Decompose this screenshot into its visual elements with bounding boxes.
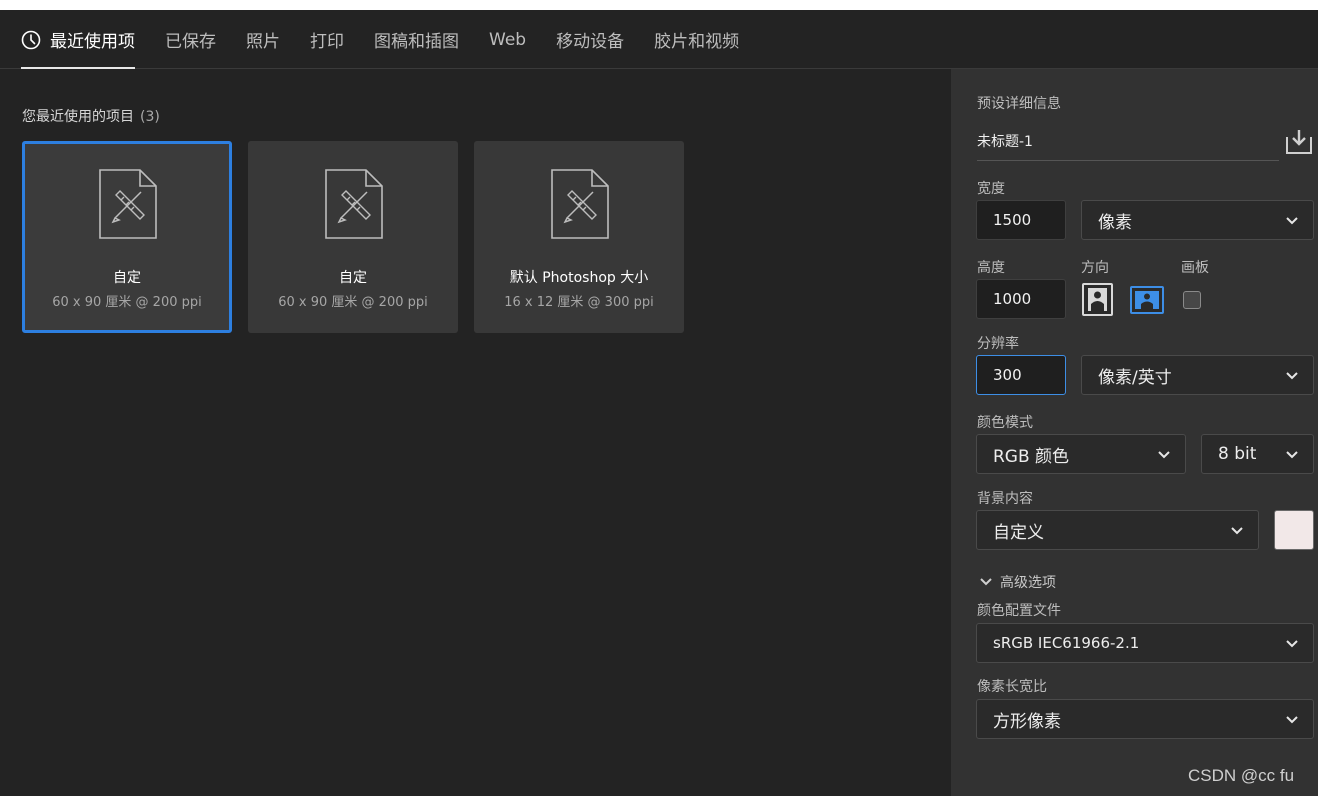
recent-section-title: 您最近使用的项目 (3) [22, 106, 160, 126]
chevron-down-icon [1231, 527, 1243, 535]
card-name: 自定 [113, 270, 141, 286]
height-label: 高度 [977, 260, 1005, 276]
tab-mobile[interactable]: 移动设备 [556, 10, 624, 69]
document-name-underline [977, 160, 1279, 161]
document-preset-icon [325, 169, 383, 239]
card-meta: 60 x 90 厘米 @ 200 ppi [52, 295, 202, 310]
watermark-text: CSDN @cc fu [1188, 766, 1295, 785]
tab-web[interactable]: Web [489, 10, 526, 69]
portrait-icon [1088, 288, 1107, 311]
width-label: 宽度 [977, 181, 1005, 197]
advanced-options-toggle[interactable]: 高级选项 [979, 572, 1056, 592]
tab-art-illustration[interactable]: 图稿和插图 [374, 10, 459, 69]
document-name-field[interactable]: 未标题-1 [977, 131, 1033, 151]
card-name: 默认 Photoshop 大小 [509, 270, 649, 286]
tab-bar: 最近使用项 已保存 照片 打印 图稿和插图 Web 移动设备 胶片和视频 [0, 10, 1318, 69]
tab-label: 胶片和视频 [654, 32, 740, 52]
chevron-down-icon [1158, 451, 1170, 459]
tab-label: 照片 [246, 32, 280, 52]
pixel-aspect-select[interactable]: 方形像素 [976, 699, 1314, 739]
new-document-dialog: 最近使用项 已保存 照片 打印 图稿和插图 Web 移动设备 胶片和视频 您最近… [0, 10, 1318, 796]
document-preset-icon [551, 169, 609, 239]
color-profile-value: sRGB IEC61966-2.1 [993, 634, 1140, 652]
clock-icon [21, 30, 41, 49]
background-value: 自定义 [993, 522, 1044, 543]
recent-items-area: 您最近使用的项目 (3) 自定 60 x 90 厘米 @ 200 ppi 自定 … [0, 69, 951, 796]
resolution-input[interactable]: 300 [976, 355, 1066, 395]
tab-recent[interactable]: 最近使用项 [21, 10, 135, 69]
card-meta: 60 x 90 厘米 @ 200 ppi [278, 295, 428, 310]
recent-item-card[interactable]: 自定 60 x 90 厘米 @ 200 ppi [22, 141, 232, 333]
tab-label: 打印 [310, 32, 344, 52]
tab-saved[interactable]: 已保存 [165, 10, 216, 69]
recent-count: (3) [140, 109, 160, 125]
tab-label: 最近使用项 [50, 32, 135, 52]
landscape-icon [1135, 291, 1159, 309]
chevron-down-icon [1286, 716, 1298, 724]
tab-label: Web [489, 29, 527, 50]
color-mode-select[interactable]: RGB 颜色 [976, 434, 1186, 474]
background-select[interactable]: 自定义 [976, 510, 1259, 550]
preset-details-header: 预设详细信息 [977, 96, 1061, 112]
tab-label: 移动设备 [556, 32, 625, 52]
resolution-label: 分辨率 [977, 336, 1019, 352]
portrait-orientation-button[interactable] [1082, 283, 1113, 316]
recent-item-card[interactable]: 自定 60 x 90 厘米 @ 200 ppi [248, 141, 458, 333]
color-mode-label: 颜色模式 [977, 415, 1033, 431]
bit-depth-value: 8 bit [1218, 444, 1257, 464]
tab-print[interactable]: 打印 [310, 10, 344, 69]
background-color-swatch[interactable] [1274, 510, 1314, 550]
color-mode-value: RGB 颜色 [993, 446, 1070, 467]
width-input[interactable]: 1500 [976, 200, 1066, 240]
tab-label: 已保存 [165, 32, 216, 52]
pixel-aspect-value: 方形像素 [993, 711, 1061, 732]
chevron-down-icon [1286, 451, 1298, 459]
artboard-label: 画板 [1181, 260, 1209, 276]
chevron-down-icon [1286, 372, 1298, 380]
background-label: 背景内容 [977, 491, 1033, 507]
resolution-unit-value: 像素/英寸 [1098, 367, 1172, 388]
recent-title-text: 您最近使用的项目 [22, 109, 134, 125]
preset-details-panel: 预设详细信息 未标题-1 宽度 1500 像素 高度 方向 画板 1000 分辨… [951, 69, 1318, 796]
width-unit-value: 像素 [1098, 212, 1132, 233]
chevron-down-icon [980, 578, 992, 586]
bit-depth-select[interactable]: 8 bit [1201, 434, 1314, 474]
document-preset-icon [99, 169, 157, 239]
height-input[interactable]: 1000 [976, 279, 1066, 319]
advanced-options-label: 高级选项 [1000, 575, 1056, 591]
tab-label: 图稿和插图 [374, 32, 459, 52]
pixel-aspect-label: 像素长宽比 [977, 679, 1047, 695]
resolution-unit-select[interactable]: 像素/英寸 [1081, 355, 1314, 395]
orientation-label: 方向 [1081, 260, 1109, 276]
tab-film-video[interactable]: 胶片和视频 [654, 10, 739, 69]
color-profile-select[interactable]: sRGB IEC61966-2.1 [976, 623, 1314, 663]
card-name: 自定 [339, 270, 367, 286]
chevron-down-icon [1286, 640, 1298, 648]
tab-photo[interactable]: 照片 [246, 10, 280, 69]
recent-item-card[interactable]: 默认 Photoshop 大小 16 x 12 厘米 @ 300 ppi [474, 141, 684, 333]
width-unit-select[interactable]: 像素 [1081, 200, 1314, 240]
artboard-checkbox[interactable] [1183, 291, 1201, 309]
color-profile-label: 颜色配置文件 [977, 603, 1061, 619]
card-meta: 16 x 12 厘米 @ 300 ppi [504, 295, 654, 310]
save-preset-icon[interactable] [1285, 127, 1313, 155]
chevron-down-icon [1286, 217, 1298, 225]
landscape-orientation-button[interactable] [1130, 286, 1164, 314]
